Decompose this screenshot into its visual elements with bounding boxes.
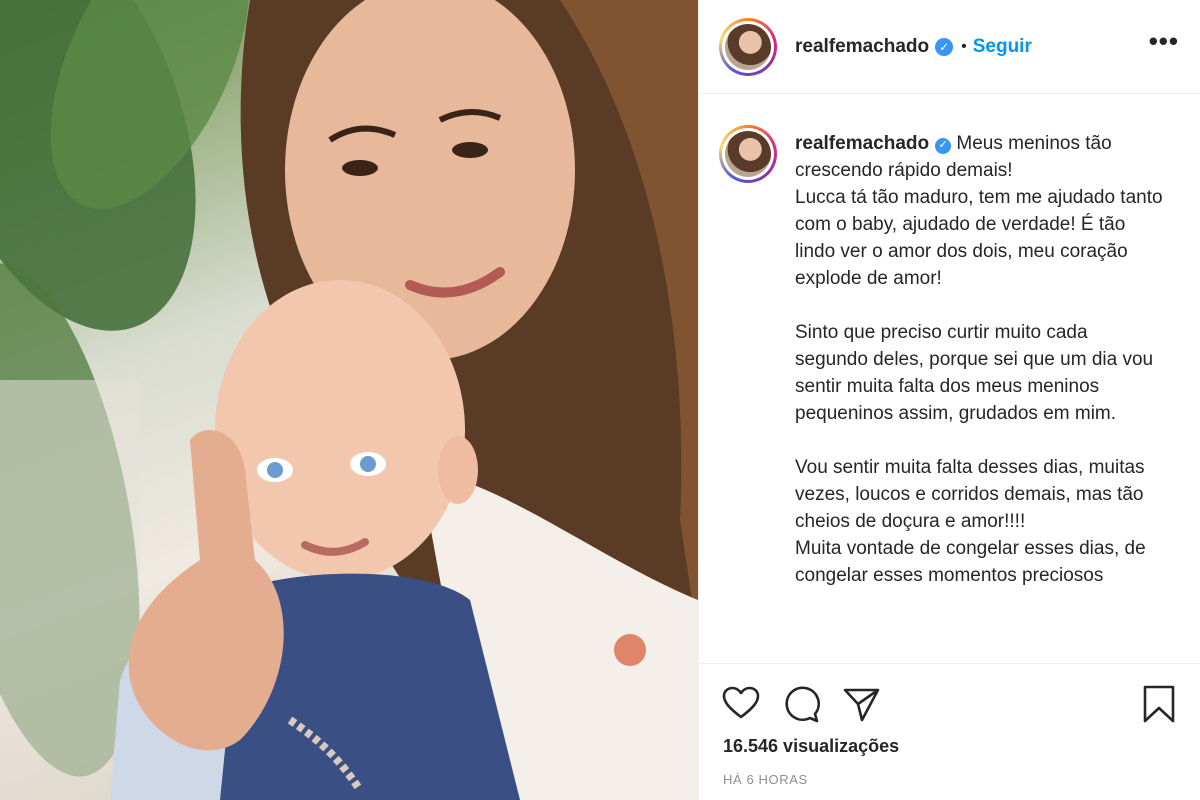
post-timestamp[interactable]: HÁ 6 HORAS xyxy=(723,772,808,787)
caption-avatar[interactable] xyxy=(719,125,777,183)
heart-icon[interactable] xyxy=(721,684,761,724)
caption-row: realfemachado ✓ Meus meninos tão crescend… xyxy=(719,125,1181,589)
caption-verified-badge-icon: ✓ xyxy=(935,137,952,154)
post-side-panel: realfemachado ✓ • Seguir ••• realfemacha… xyxy=(698,0,1200,800)
photo-illustration xyxy=(0,0,698,800)
bookmark-icon[interactable] xyxy=(1139,684,1179,724)
share-icon[interactable] xyxy=(841,684,881,724)
post-photo[interactable] xyxy=(0,0,698,800)
caption-username[interactable]: realfemachado xyxy=(795,133,929,154)
comment-icon[interactable] xyxy=(781,684,821,724)
more-options-icon[interactable]: ••• xyxy=(1149,28,1179,54)
avatar[interactable] xyxy=(719,17,777,76)
post-header: realfemachado ✓ • Seguir ••• xyxy=(699,0,1200,94)
follow-button[interactable]: Seguir xyxy=(973,36,1032,58)
verified-badge-icon: ✓ xyxy=(935,37,954,56)
header-username[interactable]: realfemachado xyxy=(795,36,929,58)
views-count[interactable]: 16.546 visualizações xyxy=(723,736,899,757)
caption-avatar-image xyxy=(725,131,771,177)
caption-area[interactable]: realfemachado ✓ Meus meninos tão crescend… xyxy=(699,95,1200,661)
caption-body: Meus meninos tão crescendo rápido demais… xyxy=(795,133,1163,586)
actions-bar: 16.546 visualizações HÁ 6 HORAS xyxy=(699,663,1200,800)
caption-text: realfemachado ✓ Meus meninos tão crescend… xyxy=(795,130,1165,589)
separator-dot: • xyxy=(961,37,967,55)
instagram-post: realfemachado ✓ • Seguir ••• realfemacha… xyxy=(0,0,1200,800)
avatar-image xyxy=(725,23,771,70)
